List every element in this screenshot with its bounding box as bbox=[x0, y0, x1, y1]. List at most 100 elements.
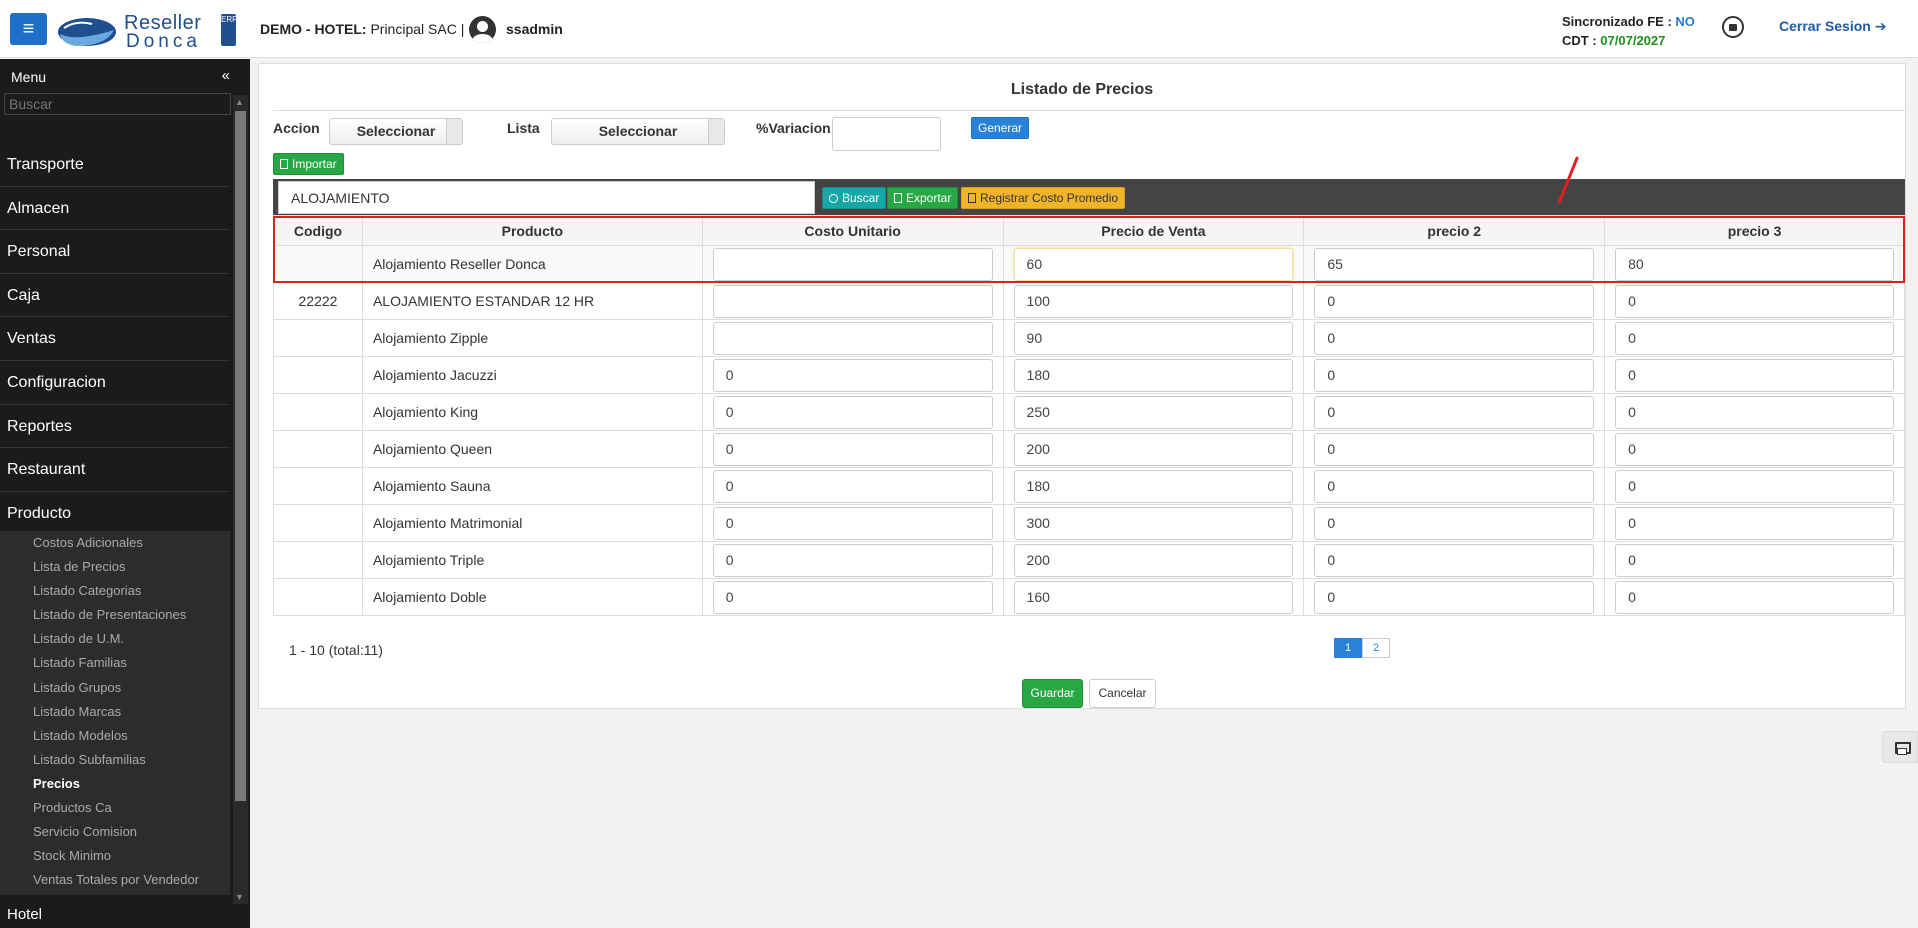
precio-3-input[interactable]: 0 bbox=[1615, 580, 1894, 614]
precio-venta-input[interactable]: 160 bbox=[1013, 580, 1294, 614]
sidebar-subitem-listado-familias[interactable]: Listado Familias bbox=[0, 654, 230, 678]
variacion-input[interactable] bbox=[832, 117, 941, 151]
sidebar-item-personal[interactable]: Personal bbox=[0, 230, 230, 274]
precio-venta-input[interactable]: 60 bbox=[1013, 247, 1294, 281]
sidebar-scrollbar[interactable]: ▲ ▼ bbox=[233, 95, 248, 904]
col-precio-2[interactable]: precio 2 bbox=[1303, 215, 1606, 246]
print-icon[interactable] bbox=[1882, 731, 1918, 763]
scrollbar-thumb[interactable] bbox=[235, 111, 246, 801]
precio-venta-input[interactable]: 180 bbox=[1013, 358, 1294, 392]
sidebar-subitem-listado-presentaciones[interactable]: Listado de Presentaciones bbox=[0, 606, 230, 630]
collapse-icon[interactable]: « bbox=[222, 67, 230, 84]
sidebar-item-hotel[interactable]: Hotel bbox=[7, 906, 42, 923]
page-2-button[interactable]: 2 bbox=[1362, 638, 1390, 658]
registrar-costo-button[interactable]: Registrar Costo Promedio bbox=[961, 187, 1126, 209]
precio-venta-input[interactable]: 300 bbox=[1013, 506, 1294, 540]
sidebar-item-transporte[interactable]: Transporte bbox=[0, 143, 230, 187]
search-input[interactable]: ALOJAMIENTO bbox=[278, 181, 815, 214]
precio-venta-input[interactable]: 100 bbox=[1013, 284, 1294, 318]
costo-unitario-input[interactable]: 0 bbox=[712, 395, 993, 429]
precio-2-input[interactable]: 0 bbox=[1314, 506, 1595, 540]
col-costo-unitario[interactable]: Costo Unitario bbox=[701, 215, 1004, 246]
precio-venta-input[interactable]: 180 bbox=[1013, 469, 1294, 503]
costo-unitario-input[interactable]: 0 bbox=[712, 432, 993, 466]
sidebar-subitem-lista-de-precios[interactable]: Lista de Precios bbox=[0, 558, 230, 582]
table-row: Alojamiento Reseller Donca 60 65 80 bbox=[273, 245, 1905, 283]
precio-3-input[interactable]: 0 bbox=[1615, 506, 1894, 540]
lock-icon[interactable] bbox=[1722, 16, 1744, 38]
costo-unitario-input[interactable] bbox=[712, 321, 993, 355]
precio-2-input[interactable]: 0 bbox=[1314, 321, 1595, 355]
precio-2-input[interactable]: 0 bbox=[1314, 543, 1595, 577]
col-precio-3[interactable]: precio 3 bbox=[1604, 215, 1905, 246]
precio-2-input[interactable]: 65 bbox=[1314, 247, 1595, 281]
precio-venta-input[interactable]: 200 bbox=[1013, 543, 1294, 577]
col-codigo[interactable]: Codigo bbox=[273, 215, 363, 246]
sidebar-item-almacen[interactable]: Almacen bbox=[0, 187, 230, 231]
precio-2-input[interactable]: 0 bbox=[1314, 284, 1595, 318]
accion-select[interactable]: Seleccionar bbox=[329, 118, 463, 145]
precio-2-input[interactable]: 0 bbox=[1314, 358, 1595, 392]
costo-unitario-input[interactable]: 0 bbox=[712, 543, 993, 577]
exportar-button[interactable]: Exportar bbox=[887, 187, 959, 209]
precio-2-input[interactable]: 0 bbox=[1314, 580, 1595, 614]
sidebar-subitem-productos-ca[interactable]: Productos Ca bbox=[0, 799, 230, 823]
lista-select[interactable]: Seleccionar bbox=[551, 118, 725, 145]
col-precio-venta[interactable]: Precio de Venta bbox=[1002, 215, 1305, 246]
scroll-down-icon[interactable]: ▼ bbox=[235, 892, 244, 902]
sidebar-item-reportes[interactable]: Reportes bbox=[0, 405, 230, 449]
sidebar-search-input[interactable] bbox=[4, 93, 231, 115]
precio-3-input[interactable]: 0 bbox=[1615, 432, 1894, 466]
sidebar-item-producto[interactable]: Producto bbox=[0, 492, 230, 536]
cell-codigo bbox=[273, 504, 363, 542]
sidebar-subitem-stock-minimo[interactable]: Stock Minimo bbox=[0, 847, 230, 871]
precio-2-input[interactable]: 0 bbox=[1314, 395, 1595, 429]
precio-3-input[interactable]: 0 bbox=[1615, 284, 1894, 318]
costo-unitario-input[interactable] bbox=[712, 284, 993, 318]
precio-3-input[interactable]: 80 bbox=[1615, 247, 1894, 281]
precio-3-input[interactable]: 0 bbox=[1615, 395, 1894, 429]
precio-3-input[interactable]: 0 bbox=[1615, 358, 1894, 392]
save-button[interactable]: Guardar bbox=[1022, 679, 1083, 708]
logout-button[interactable]: Cerrar Sesion ➔ bbox=[1779, 18, 1886, 35]
sidebar-subitem-ventas-totales[interactable]: Ventas Totales por Vendedor bbox=[0, 871, 230, 895]
generar-button[interactable]: Generar bbox=[971, 117, 1030, 139]
lista-select-value: Seleccionar bbox=[598, 123, 678, 139]
sidebar-subitem-servicio-comision[interactable]: Servicio Comision bbox=[0, 823, 230, 847]
cancel-button[interactable]: Cancelar bbox=[1089, 679, 1156, 708]
username[interactable]: ssadmin bbox=[506, 21, 563, 37]
precio-2-input[interactable]: 0 bbox=[1314, 432, 1595, 466]
sidebar-item-configuracion[interactable]: Configuracion bbox=[0, 361, 230, 405]
precio-3-input[interactable]: 0 bbox=[1615, 469, 1894, 503]
avatar[interactable] bbox=[469, 16, 496, 43]
sidebar-item-caja[interactable]: Caja bbox=[0, 274, 230, 318]
costo-unitario-input[interactable]: 0 bbox=[712, 469, 993, 503]
col-producto[interactable]: Producto bbox=[361, 215, 703, 246]
menu-toggle-button[interactable]: ≡ bbox=[10, 13, 47, 45]
costo-unitario-input[interactable] bbox=[712, 247, 993, 281]
sidebar-submenu: Costos Adicionales Lista de Precios List… bbox=[0, 531, 230, 896]
sidebar-subitem-listado-grupos[interactable]: Listado Grupos bbox=[0, 679, 230, 703]
sidebar-item-restaurant[interactable]: Restaurant bbox=[0, 448, 230, 492]
sidebar-subitem-precios[interactable]: Precios bbox=[0, 775, 230, 799]
sidebar-item-ventas[interactable]: Ventas bbox=[0, 317, 230, 361]
sidebar-subitem-listado-modelos[interactable]: Listado Modelos bbox=[0, 727, 230, 751]
precio-venta-input[interactable]: 250 bbox=[1013, 395, 1294, 429]
sidebar-subitem-listado-categorias[interactable]: Listado Categorias bbox=[0, 582, 230, 606]
costo-unitario-input[interactable]: 0 bbox=[712, 358, 993, 392]
sidebar-subitem-listado-subfamilias[interactable]: Listado Subfamilias bbox=[0, 751, 230, 775]
precio-3-input[interactable]: 0 bbox=[1615, 543, 1894, 577]
precio-venta-input[interactable]: 200 bbox=[1013, 432, 1294, 466]
page-1-button[interactable]: 1 bbox=[1334, 638, 1362, 658]
scroll-up-icon[interactable]: ▲ bbox=[235, 97, 244, 107]
importar-button[interactable]: Importar bbox=[273, 153, 344, 175]
precio-3-input[interactable]: 0 bbox=[1615, 321, 1894, 355]
costo-unitario-input[interactable]: 0 bbox=[712, 580, 993, 614]
costo-unitario-input[interactable]: 0 bbox=[712, 506, 993, 540]
sidebar-subitem-costos-adicionales[interactable]: Costos Adicionales bbox=[0, 534, 230, 558]
buscar-button[interactable]: Buscar bbox=[822, 187, 887, 209]
sidebar-subitem-listado-um[interactable]: Listado de U.M. bbox=[0, 630, 230, 654]
precio-2-input[interactable]: 0 bbox=[1314, 469, 1595, 503]
precio-venta-input[interactable]: 90 bbox=[1013, 321, 1294, 355]
sidebar-subitem-listado-marcas[interactable]: Listado Marcas bbox=[0, 703, 230, 727]
